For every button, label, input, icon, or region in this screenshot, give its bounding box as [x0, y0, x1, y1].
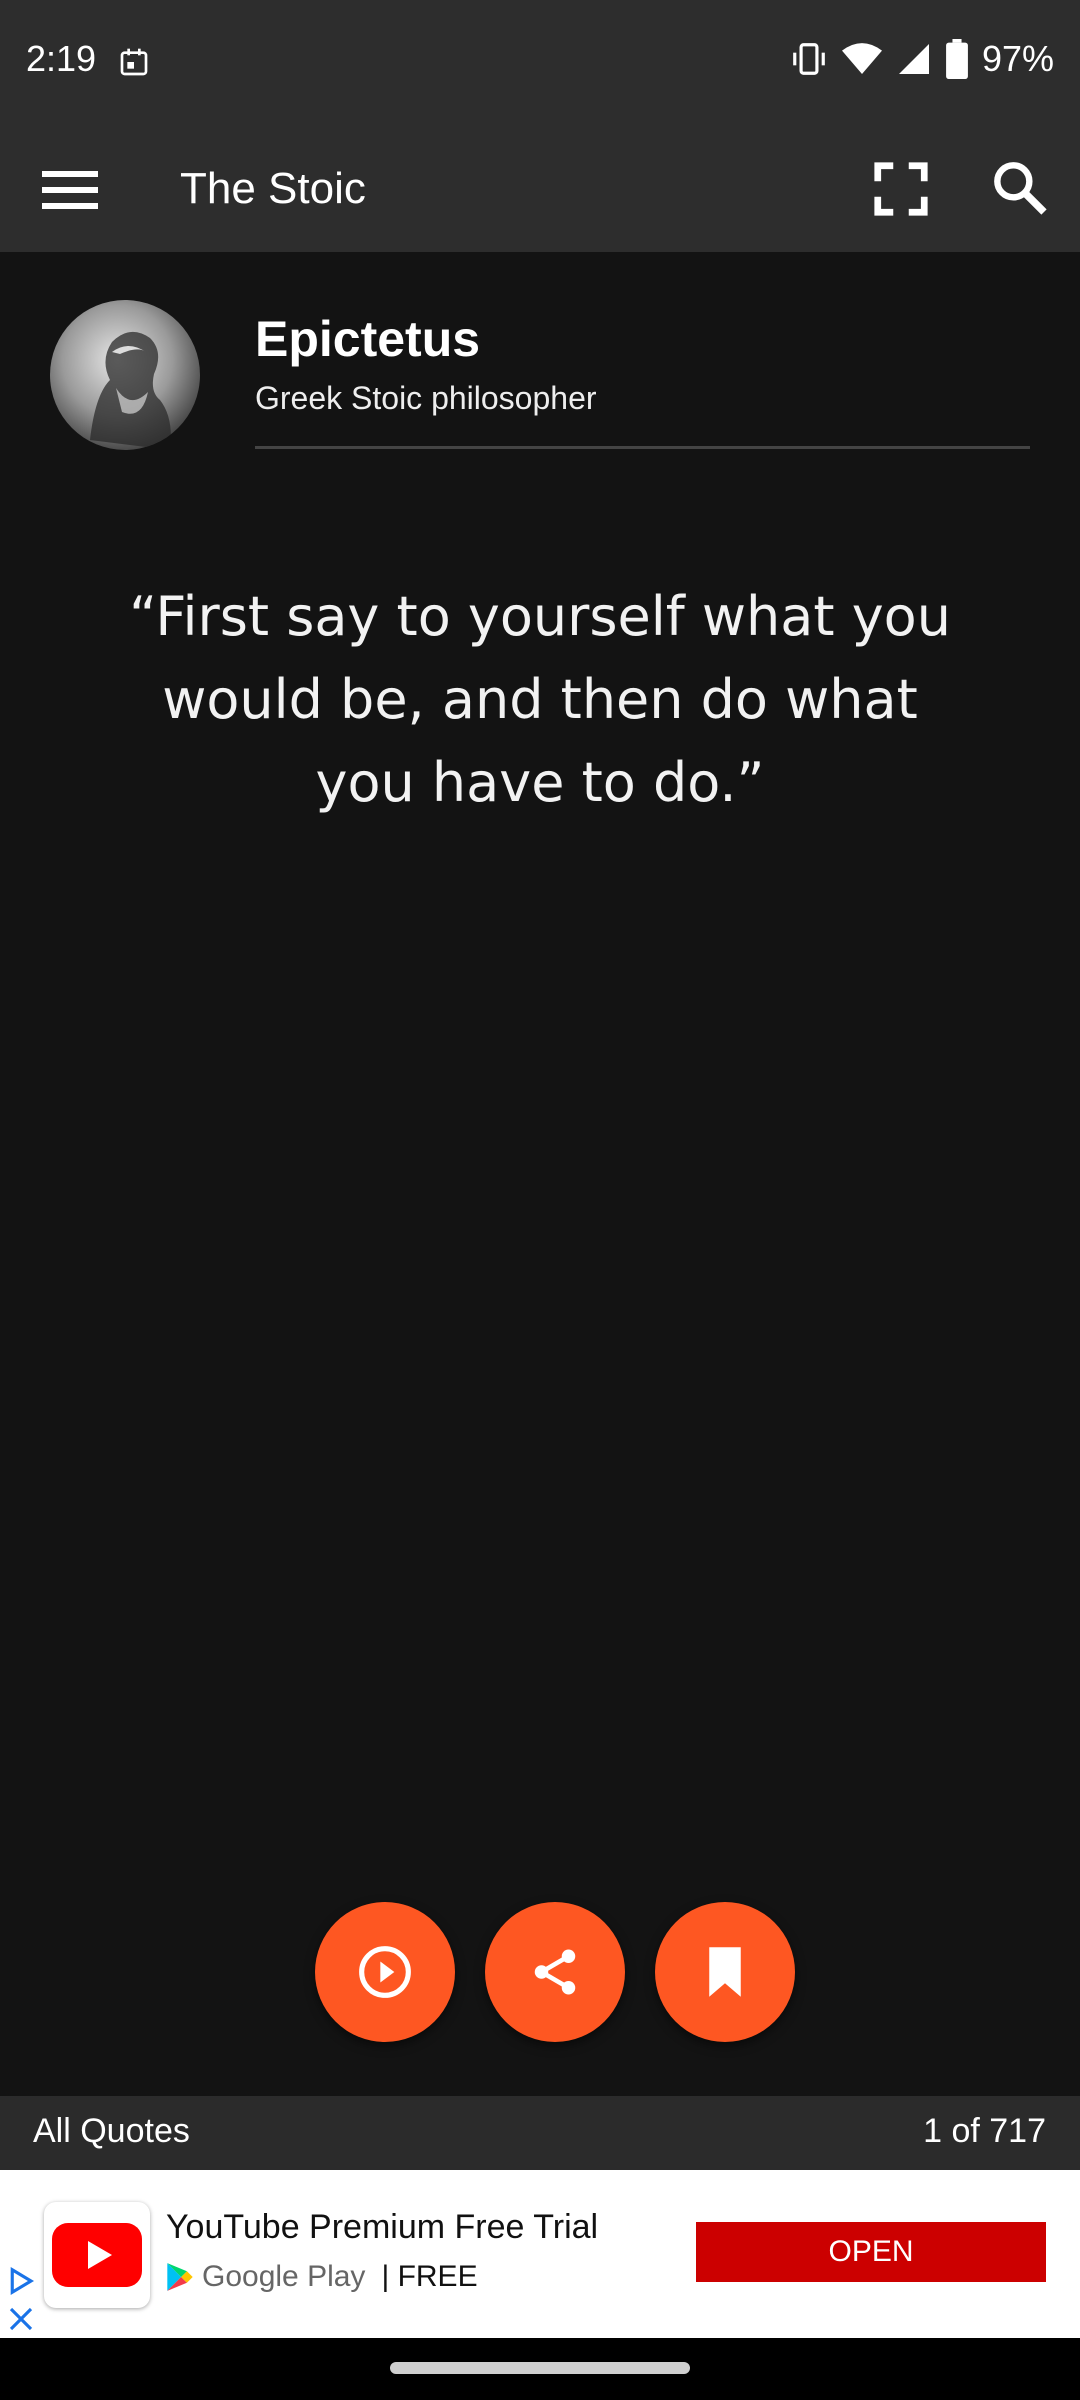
- menu-icon[interactable]: [40, 164, 100, 214]
- share-icon: [534, 1949, 576, 1995]
- search-icon[interactable]: [988, 156, 1052, 220]
- app-title: The Stoic: [180, 164, 366, 213]
- category-label[interactable]: All Quotes: [33, 2112, 190, 2151]
- adchoices-icon[interactable]: [6, 2266, 36, 2296]
- ad-price: | FREE: [381, 2260, 478, 2293]
- open-button[interactable]: OPEN: [696, 2222, 1046, 2282]
- bookmark-button[interactable]: [655, 1902, 795, 2042]
- status-bar: 2:19 97%: [0, 0, 1080, 126]
- google-play-icon: [167, 2263, 193, 2291]
- ad-store-name: Google Play: [202, 2260, 366, 2293]
- share-button[interactable]: [485, 1902, 625, 2042]
- ad-banner[interactable]: YouTube Premium Free Trial Google Play |…: [0, 2170, 1080, 2338]
- fullscreen-icon[interactable]: [870, 158, 932, 220]
- battery-percentage: 97%: [981, 38, 1054, 79]
- home-handle[interactable]: [390, 2362, 690, 2374]
- youtube-play-icon: [52, 2223, 142, 2287]
- author-header[interactable]: Epictetus Greek Stoic philosopher: [0, 252, 1080, 452]
- status-icons: 97%: [790, 38, 1054, 80]
- navigation-bar: [0, 2338, 1080, 2400]
- battery-icon: [946, 39, 968, 79]
- signal-icon: [898, 44, 929, 74]
- bust-portrait: [90, 331, 171, 450]
- wifi-icon: [841, 43, 882, 74]
- play-icon: [359, 1946, 411, 1998]
- author-description: Greek Stoic philosopher: [255, 380, 597, 416]
- quote-footer: All Quotes 1 of 717: [0, 2096, 1080, 2170]
- app-bar: The Stoic: [0, 126, 1080, 252]
- ad-store-row: Google Play | FREE: [166, 2260, 478, 2294]
- vibrate-icon: [793, 43, 825, 75]
- status-time: 2:19: [26, 38, 97, 79]
- quote-counter: 1 of 717: [923, 2112, 1046, 2150]
- avatar: [50, 300, 200, 450]
- author-name: Epictetus: [255, 311, 481, 367]
- bookmark-icon: [709, 1947, 741, 1997]
- divider: [255, 446, 1030, 449]
- calendar-icon: [120, 48, 148, 76]
- play-button[interactable]: [315, 1902, 455, 2042]
- ad-title: YouTube Premium Free Trial: [166, 2208, 599, 2246]
- youtube-logo-icon: [44, 2202, 150, 2308]
- quote-text: “First say to yourself what you would be…: [129, 585, 951, 814]
- close-icon[interactable]: [6, 2304, 36, 2334]
